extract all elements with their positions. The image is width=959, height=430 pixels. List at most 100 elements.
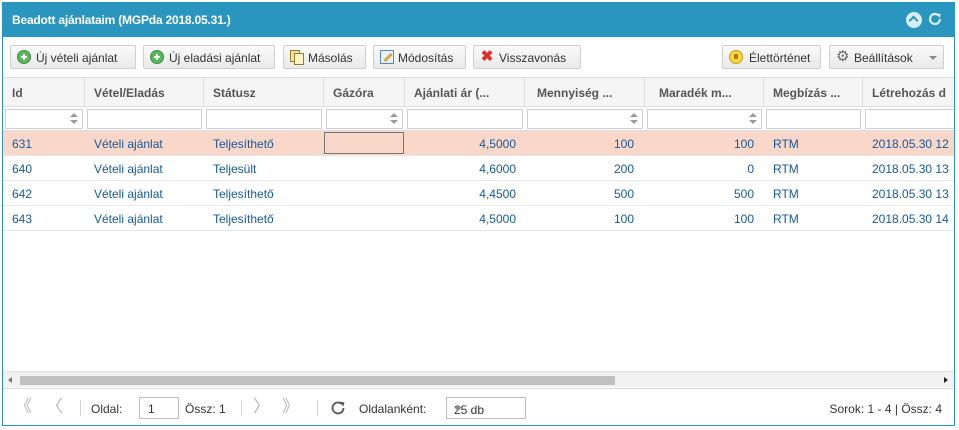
cell-id: 631 — [12, 137, 33, 151]
page-number-input[interactable]: 1 — [139, 397, 179, 419]
horizontal-scrollbar[interactable] — [3, 371, 954, 387]
cell-quantity: 100 — [613, 212, 634, 226]
column-header-order[interactable]: Megbízás ... — [764, 78, 863, 107]
column-header-label: Létrehozás d — [872, 86, 947, 100]
column-header-quantity[interactable]: Mennyiség ... — [525, 78, 645, 107]
next-page-icon[interactable]: 〉 — [253, 398, 270, 416]
column-header-type[interactable]: Vétel/Eladás — [85, 78, 204, 107]
refresh-icon[interactable] — [329, 399, 347, 417]
cell-order: RTM — [773, 187, 799, 201]
filter-quantity-input[interactable] — [527, 109, 643, 129]
per-page-select[interactable]: 25 db — [446, 397, 526, 419]
cell-remaining: 100 — [733, 212, 754, 226]
cell-price: 4,5000 — [479, 137, 516, 151]
revoke-button[interactable]: ✖ Visszavonás — [473, 45, 581, 69]
gear-icon: ⚙ — [836, 48, 850, 65]
column-header-label: Maradék m... — [659, 86, 732, 100]
filter-gazora-input[interactable] — [326, 109, 403, 129]
copy-icon — [290, 50, 304, 65]
cell-type: Vételi ajánlat — [94, 137, 163, 151]
scroll-right-icon[interactable] — [944, 377, 948, 383]
cell-created: 2018.05.30 12 — [872, 137, 949, 151]
cell-type: Vételi ajánlat — [94, 162, 163, 176]
column-header-label: Státusz — [213, 86, 256, 100]
spinner-icon[interactable] — [630, 113, 638, 125]
spinner-icon[interactable] — [390, 113, 398, 125]
last-page-icon[interactable]: 》 — [282, 398, 299, 416]
table-row[interactable]: 631 Vételi ajánlat Teljesíthető 4,5000 1… — [3, 131, 954, 156]
cell-price: 4,6000 — [479, 162, 516, 176]
cell-type: Vételi ajánlat — [94, 187, 163, 201]
first-page-icon[interactable]: 《 — [15, 398, 32, 416]
column-header-label: Gázóra — [333, 86, 374, 100]
filter-row — [3, 107, 954, 131]
column-header-label: Vétel/Eladás — [94, 86, 165, 100]
edit-button[interactable]: Módosítás — [373, 45, 466, 69]
cell-status: Teljesült — [213, 162, 257, 176]
pager: 《 〈 Oldal: 1 Össz: 1 〉 》 Oldalanként: 25… — [3, 388, 954, 425]
toolbar: Új vételi ajánlat Új eladási ajánlat Más… — [3, 37, 954, 77]
history-label: Élettörténet — [749, 51, 811, 65]
column-header-id[interactable]: Id — [3, 78, 85, 107]
edit-icon — [380, 50, 394, 64]
cell-status: Teljesíthető — [213, 187, 274, 201]
panel-title: Beadott ajánlataim (MGPda 2018.05.31.) — [12, 13, 231, 27]
total-pages-text: Össz: 1 — [185, 402, 226, 416]
scrollbar-thumb[interactable] — [20, 376, 615, 385]
history-icon — [729, 50, 743, 64]
new-buy-offer-label: Új vételi ajánlat — [36, 51, 118, 65]
settings-label: Beállítások — [854, 51, 913, 65]
cell-id: 643 — [12, 212, 33, 226]
new-sell-offer-button[interactable]: Új eladási ajánlat — [143, 45, 275, 69]
table-row[interactable]: 643 Vételi ajánlat Teljesíthető 4,5000 1… — [3, 206, 954, 231]
filter-remaining-input[interactable] — [647, 109, 762, 129]
scroll-left-icon[interactable] — [8, 377, 12, 383]
cell-gazora-editor[interactable] — [324, 132, 404, 154]
edit-label: Módosítás — [398, 51, 454, 65]
chevron-down-icon — [929, 56, 937, 60]
add-icon — [150, 50, 164, 64]
new-sell-offer-label: Új eladási ajánlat — [169, 51, 261, 65]
column-header-gazora[interactable]: Gázóra — [324, 78, 405, 107]
spinner-icon[interactable] — [70, 113, 78, 125]
column-header-created[interactable]: Létrehozás d — [863, 78, 954, 107]
cell-created: 2018.05.30 14 — [872, 212, 949, 226]
copy-label: Másolás — [308, 51, 353, 65]
history-button[interactable]: Élettörténet — [722, 45, 821, 69]
filter-price-input[interactable] — [407, 109, 523, 129]
column-header-label: Megbízás ... — [773, 86, 841, 100]
table-row[interactable]: 642 Vételi ajánlat Teljesíthető 4,4500 5… — [3, 181, 954, 206]
cell-created: 2018.05.30 13 — [872, 162, 949, 176]
cell-status: Teljesíthető — [213, 137, 274, 151]
refresh-icon[interactable] — [927, 11, 943, 27]
panel-titlebar: Beadott ajánlataim (MGPda 2018.05.31.) — [3, 3, 954, 37]
column-header-price[interactable]: Ajánlati ár (... — [405, 78, 525, 107]
settings-button[interactable]: ⚙ Beállítások — [829, 45, 944, 69]
column-header-label: Ajánlati ár (... — [414, 86, 490, 100]
cell-price: 4,4500 — [479, 187, 516, 201]
cell-quantity: 100 — [613, 137, 634, 151]
spinner-icon[interactable] — [749, 113, 757, 125]
filter-order-input[interactable] — [766, 109, 861, 129]
filter-id-input[interactable] — [5, 109, 83, 129]
prev-page-icon[interactable]: 〈 — [46, 398, 63, 416]
column-header-status[interactable]: Státusz — [204, 78, 324, 107]
column-header-label: Id — [12, 86, 23, 100]
table-row[interactable]: 640 Vételi ajánlat Teljesült 4,6000 200 … — [3, 156, 954, 181]
filter-status-input[interactable] — [206, 109, 322, 129]
column-header-remaining[interactable]: Maradék m... — [645, 78, 764, 107]
separator — [241, 400, 242, 416]
new-buy-offer-button[interactable]: Új vételi ajánlat — [10, 45, 136, 69]
cell-order: RTM — [773, 162, 799, 176]
per-page-label: Oldalanként: — [359, 402, 427, 416]
cell-type: Vételi ajánlat — [94, 212, 163, 226]
cell-remaining: 0 — [747, 162, 754, 176]
cell-order: RTM — [773, 212, 799, 226]
copy-button[interactable]: Másolás — [283, 45, 366, 69]
cell-id: 642 — [12, 187, 33, 201]
cell-remaining: 100 — [733, 137, 754, 151]
collapse-icon[interactable] — [906, 12, 922, 28]
column-header-label: Mennyiség ... — [537, 86, 613, 100]
filter-created-input[interactable] — [865, 109, 954, 129]
filter-type-input[interactable] — [87, 109, 202, 129]
